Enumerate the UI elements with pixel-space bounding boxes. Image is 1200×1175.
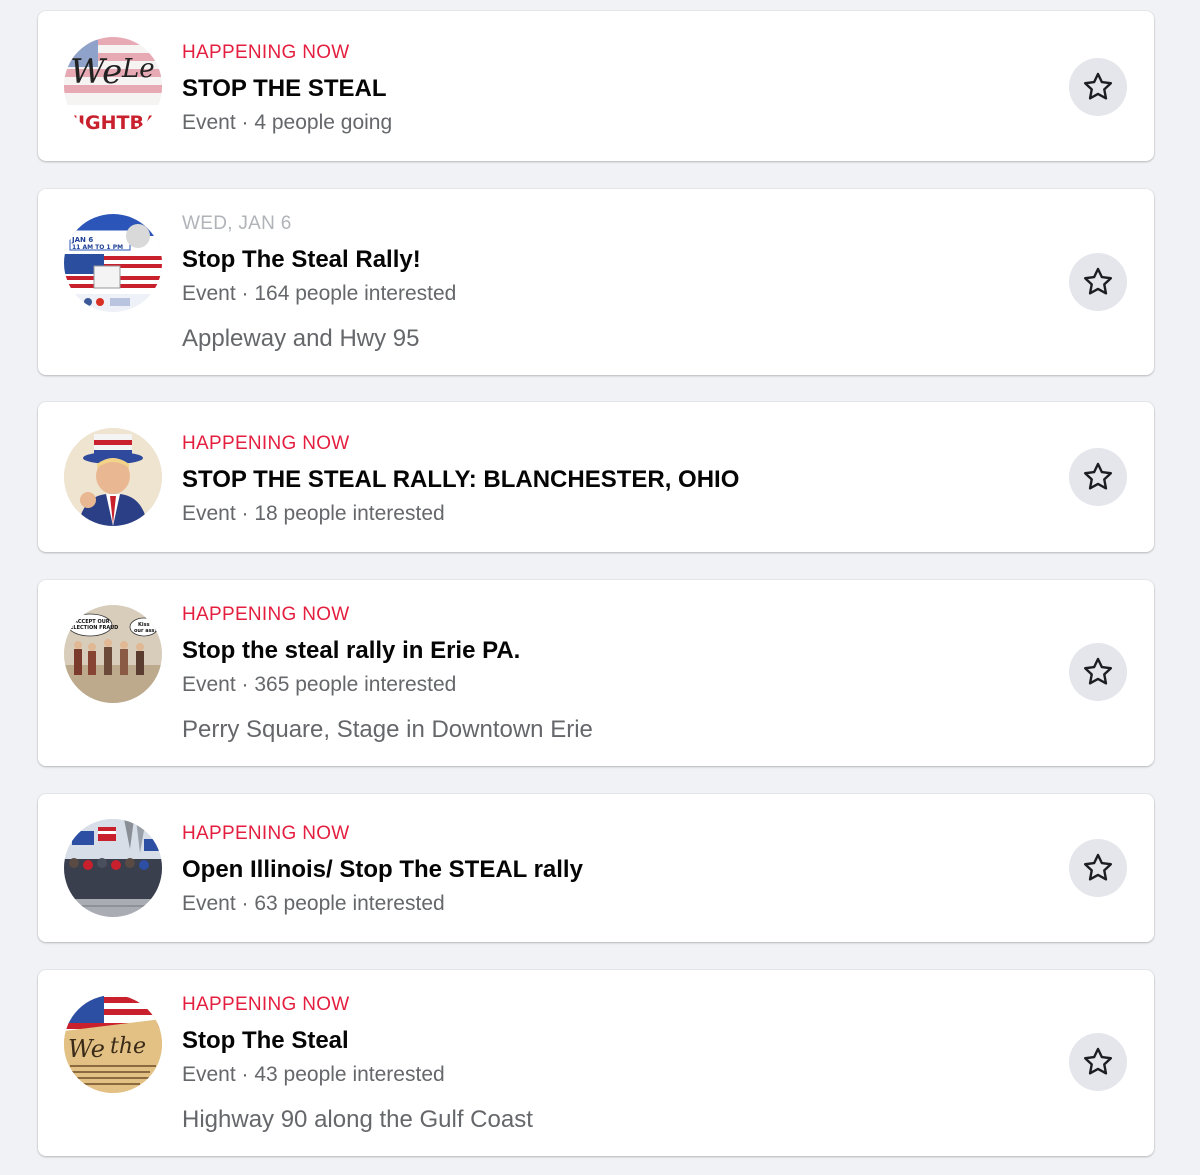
event-status: HAPPENING NOW	[182, 433, 350, 454]
event-card[interactable]: HAPPENING NOW STOP THE STEAL RALLY: BLAN…	[38, 402, 1154, 552]
star-outline-icon	[1083, 72, 1113, 100]
event-title[interactable]: STOP THE STEAL RALLY: BLANCHESTER, OHIO	[182, 466, 1044, 494]
interested-star-button[interactable]	[1069, 448, 1127, 506]
star-outline-icon	[1083, 853, 1113, 881]
event-title[interactable]: STOP THE STEAL	[182, 75, 1044, 103]
star-outline-icon	[1083, 657, 1113, 685]
event-text: WED, JAN 6 Stop The Steal Rally! Event ·…	[182, 213, 1044, 353]
event-status: HAPPENING NOW	[182, 994, 350, 1015]
uncle-sam-portrait-image	[64, 428, 162, 526]
event-date: WED, JAN 6	[182, 213, 292, 234]
cartoon-soldiers-image: ACCEPT OUR ELECTION FRAUD Kiss our ass!	[64, 605, 162, 703]
event-thumbnail[interactable]: We the	[64, 995, 162, 1093]
event-meta: Event · 43 people interested	[182, 1063, 445, 1086]
svg-text:We: We	[70, 52, 122, 92]
event-meta: Event · 164 people interested	[182, 282, 457, 305]
star-outline-icon	[1083, 267, 1113, 295]
event-location: Perry Square, Stage in Downtown Erie	[182, 716, 593, 743]
event-card[interactable]: We the HAPPENING NOW Stop The Steal Even…	[38, 970, 1154, 1156]
event-status: HAPPENING NOW	[182, 42, 350, 63]
event-card[interactable]: JAN 6 11 AM TO 1 PM WED, JAN 6 Stop The …	[38, 189, 1154, 375]
event-card[interactable]: We Le FIGHTBAC HAPPENING NOW STOP THE ST…	[38, 11, 1154, 161]
interested-star-button[interactable]	[1069, 1033, 1127, 1091]
svg-text:We: We	[68, 1035, 105, 1063]
event-title[interactable]: Stop the steal rally in Erie PA.	[182, 637, 1044, 665]
event-card[interactable]: ACCEPT OUR ELECTION FRAUD Kiss our ass! …	[38, 580, 1154, 766]
event-thumbnail[interactable]: We Le FIGHTBAC	[64, 37, 162, 135]
interested-star-button[interactable]	[1069, 58, 1127, 116]
event-text: HAPPENING NOW Open Illinois/ Stop The ST…	[182, 823, 1044, 916]
event-title[interactable]: Stop The Steal	[182, 1027, 1044, 1055]
event-status: HAPPENING NOW	[182, 823, 350, 844]
event-status: HAPPENING NOW	[182, 604, 350, 625]
event-text: HAPPENING NOW STOP THE STEAL RALLY: BLAN…	[182, 433, 1044, 526]
event-list: We Le FIGHTBAC HAPPENING NOW STOP THE ST…	[0, 0, 1200, 1175]
event-text: HAPPENING NOW STOP THE STEAL Event · 4 p…	[182, 42, 1044, 135]
svg-text:11 AM TO 1 PM: 11 AM TO 1 PM	[72, 244, 123, 251]
crowd-with-flags-image	[64, 819, 162, 917]
interested-star-button[interactable]	[1069, 839, 1127, 897]
event-thumbnail[interactable]	[64, 428, 162, 526]
event-text: HAPPENING NOW Stop The Steal Event · 43 …	[182, 994, 1044, 1134]
event-text: HAPPENING NOW Stop the steal rally in Er…	[182, 604, 1044, 744]
rally-flyer-image: JAN 6 11 AM TO 1 PM	[64, 214, 162, 312]
interested-star-button[interactable]	[1069, 253, 1127, 311]
event-meta: Event · 4 people going	[182, 111, 393, 134]
svg-text:JAN 6: JAN 6	[71, 236, 93, 244]
event-location: Highway 90 along the Gulf Coast	[182, 1106, 533, 1133]
star-outline-icon	[1083, 462, 1113, 490]
event-meta: Event · 365 people interested	[182, 673, 457, 696]
event-meta: Event · 63 people interested	[182, 892, 445, 915]
constitution-flag-image: We the	[64, 995, 162, 1093]
svg-text:ELECTION FRAUD: ELECTION FRAUD	[70, 625, 118, 631]
event-meta: Event · 18 people interested	[182, 502, 445, 525]
we-the-people-flag-image: We Le FIGHTBAC	[64, 37, 162, 135]
interested-star-button[interactable]	[1069, 643, 1127, 701]
event-title[interactable]: Open Illinois/ Stop The STEAL rally	[182, 856, 1044, 884]
star-outline-icon	[1083, 1047, 1113, 1075]
event-thumbnail[interactable]	[64, 819, 162, 917]
event-location: Appleway and Hwy 95	[182, 325, 420, 352]
event-thumbnail[interactable]: ACCEPT OUR ELECTION FRAUD Kiss our ass!	[64, 605, 162, 703]
svg-text:Le: Le	[121, 54, 155, 84]
event-title[interactable]: Stop The Steal Rally!	[182, 246, 1044, 274]
svg-text:the: the	[110, 1034, 146, 1059]
svg-text:our ass!: our ass!	[134, 628, 157, 634]
event-thumbnail[interactable]: JAN 6 11 AM TO 1 PM	[64, 214, 162, 312]
svg-text:FIGHTBAC: FIGHTBAC	[65, 112, 162, 134]
event-card[interactable]: HAPPENING NOW Open Illinois/ Stop The ST…	[38, 794, 1154, 942]
